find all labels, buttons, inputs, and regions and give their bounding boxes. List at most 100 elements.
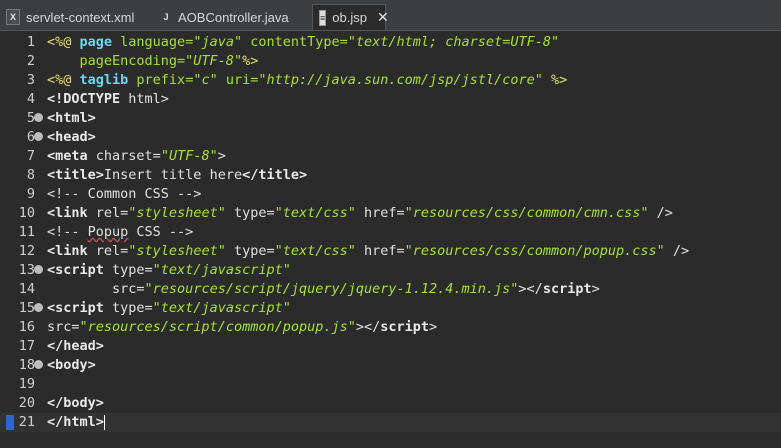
code-token: "resources/css/common/cmn.css": [404, 205, 657, 221]
code-line[interactable]: 5 <html>: [0, 109, 781, 128]
code-token: uri=: [225, 72, 259, 88]
code-token: rel=: [95, 243, 129, 259]
code-text: <%@ page language="java" contentType="te…: [47, 33, 559, 52]
code-token: <head>: [47, 129, 96, 145]
code-line[interactable]: 9 <!-- Common CSS -->: [0, 185, 781, 204]
close-icon[interactable]: ✕: [377, 9, 389, 26]
line-number: 19: [18, 376, 35, 392]
code-token: type=: [233, 243, 275, 259]
code-token: <html>: [47, 110, 96, 126]
tab-ob-jsp[interactable]: ≡ ob.jsp ✕: [312, 4, 389, 30]
code-line[interactable]: 3 <%@ taglib prefix="c" uri="http://java.…: [0, 71, 781, 90]
code-line[interactable]: 21 </html>: [0, 413, 781, 432]
code-token: "text/javascript": [152, 262, 291, 278]
code-editor[interactable]: 1 <%@ page language="java" contentType="t…: [0, 31, 781, 448]
code-token: contentType=: [250, 34, 348, 50]
code-text: <script type="text/javascript": [47, 261, 291, 280]
line-number: 20: [18, 395, 35, 411]
code-token: script: [380, 319, 430, 335]
line-number: 17: [18, 338, 35, 354]
code-token: <link: [47, 243, 96, 259]
code-line[interactable]: 10 <link rel="stylesheet" type="text/css"…: [0, 204, 781, 223]
line-number: 7: [26, 148, 35, 164]
code-line[interactable]: 6 <head>: [0, 128, 781, 147]
code-line[interactable]: 4 <!DOCTYPE html>: [0, 90, 781, 109]
code-token: <title>: [47, 167, 104, 183]
code-line[interactable]: 15 <script type="text/javascript": [0, 299, 781, 318]
tab-label: AOBController.java: [178, 9, 289, 25]
code-line[interactable]: 2 pageEncoding="UTF-8"%>: [0, 52, 781, 71]
code-token: html>: [128, 91, 169, 107]
code-text: <meta charset="UTF-8">: [47, 147, 226, 166]
tab-servlet-context-xml[interactable]: X servlet-context.xml: [6, 4, 154, 30]
code-line[interactable]: 14 src="resources/script/jquery/jquery-1…: [0, 280, 781, 299]
code-token: </body>: [47, 395, 104, 411]
code-token: <script: [47, 300, 113, 316]
code-text: <%@ taglib prefix="c" uri="http://java.s…: [47, 71, 567, 90]
fold-toggle-icon[interactable]: [34, 360, 43, 369]
jsp-file-icon: ≡: [319, 9, 327, 26]
tab-label: ob.jsp: [332, 10, 367, 25]
code-token: type=: [112, 262, 153, 278]
line-number: 4: [26, 91, 35, 107]
code-token: rel=: [95, 205, 129, 221]
code-token: href=: [364, 205, 405, 221]
code-token: page: [79, 34, 121, 50]
code-token: <link: [47, 205, 96, 221]
code-token: "text/css": [274, 205, 365, 221]
code-line[interactable]: 1 <%@ page language="java" contentType="t…: [0, 33, 781, 52]
code-token: pageEncoding=: [47, 53, 186, 69]
code-token: </head>: [47, 338, 104, 354]
code-text: src="resources/script/jquery/jquery-1.12…: [47, 280, 600, 299]
fold-toggle-icon[interactable]: [34, 303, 43, 312]
code-line[interactable]: 11 <!-- Popup CSS -->: [0, 223, 781, 242]
fold-toggle-icon[interactable]: [34, 265, 43, 274]
code-token: type=: [233, 205, 275, 221]
line-number: 2: [26, 53, 35, 69]
code-token: <script: [47, 262, 113, 278]
code-token: prefix=: [136, 72, 194, 88]
line-number: 5: [26, 110, 35, 126]
code-token: CSS -->: [128, 224, 194, 240]
code-token: <%@: [47, 34, 80, 50]
java-file-icon: J: [163, 12, 169, 22]
code-text: <!-- Common CSS -->: [47, 185, 201, 204]
code-line[interactable]: 7 <meta charset="UTF-8">: [0, 147, 781, 166]
code-text: <link rel="stylesheet" type="text/css" h…: [47, 242, 689, 261]
code-token: charset=: [95, 148, 161, 164]
code-text: <body>: [47, 356, 96, 375]
code-token: ></: [355, 319, 381, 335]
line-number: 16: [18, 319, 35, 335]
code-token: >: [591, 281, 600, 297]
code-line[interactable]: 12 <link rel="stylesheet" type="text/css"…: [0, 242, 781, 261]
code-line[interactable]: 20 </body>: [0, 394, 781, 413]
code-token: type=: [112, 300, 153, 316]
editor-tab-bar: X servlet-context.xml J AOBController.ja…: [0, 0, 781, 31]
code-line[interactable]: 18 <body>: [0, 356, 781, 375]
fold-toggle-icon[interactable]: [34, 113, 43, 122]
code-line[interactable]: 13 <script type="text/javascript": [0, 261, 781, 280]
code-line[interactable]: 19: [0, 375, 781, 394]
code-token: >: [217, 148, 226, 164]
code-token: >: [429, 319, 438, 335]
code-line[interactable]: 16 src="resources/script/common/popup.js"…: [0, 318, 781, 337]
code-token: language=: [120, 34, 194, 50]
code-text: </body>: [47, 394, 104, 413]
code-token: </title>: [242, 167, 308, 183]
line-number: 9: [26, 186, 35, 202]
line-number: 6: [26, 129, 35, 145]
code-token: src=: [47, 281, 145, 297]
code-line[interactable]: 17 </head>: [0, 337, 781, 356]
line-number: 21: [18, 414, 35, 430]
code-line[interactable]: 8 <title>Insert title here</title>: [0, 166, 781, 185]
fold-toggle-icon[interactable]: [34, 132, 43, 141]
line-number: 8: [26, 167, 35, 183]
code-token: />: [672, 243, 690, 259]
code-token: script: [542, 281, 592, 297]
code-token: />: [656, 205, 673, 221]
code-text: <html>: [47, 109, 96, 128]
code-token: <body>: [47, 357, 96, 373]
code-token: "text/html; charset=UTF-8": [347, 34, 560, 50]
tab-aobcontroller-java[interactable]: J AOBController.java: [160, 4, 308, 30]
code-token: "http://java.sun.com/jsp/jstl/core": [258, 72, 551, 88]
